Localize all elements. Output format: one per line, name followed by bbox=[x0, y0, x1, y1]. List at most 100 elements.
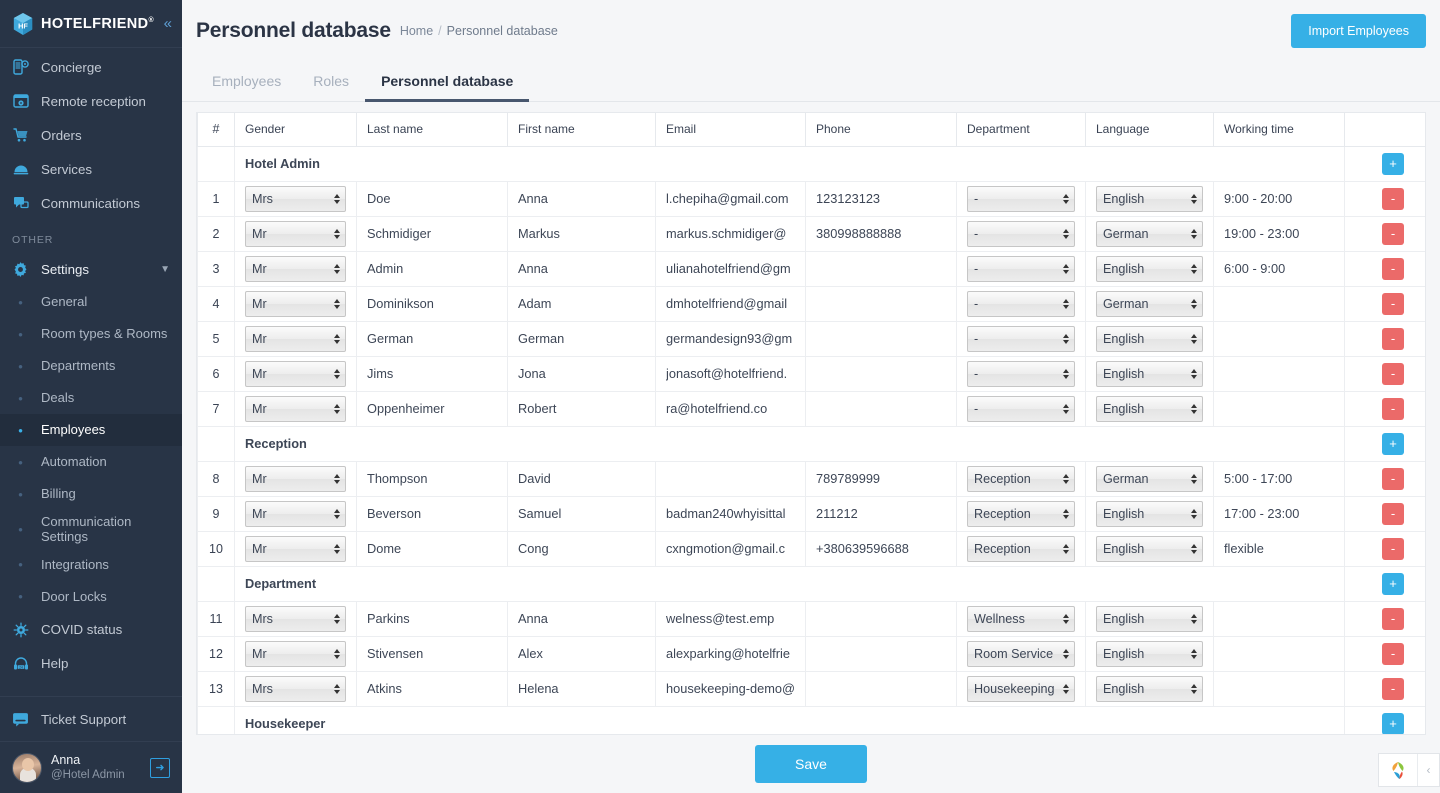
remove-row-button[interactable]: - bbox=[1382, 362, 1404, 385]
add-row-button[interactable]: + bbox=[1382, 572, 1404, 595]
working-time-input[interactable] bbox=[1224, 326, 1334, 351]
phone-cell[interactable] bbox=[805, 355, 957, 392]
breadcrumb-home[interactable]: Home bbox=[400, 24, 433, 38]
last-name-input[interactable] bbox=[367, 361, 497, 386]
working-time-input[interactable] bbox=[1224, 396, 1334, 421]
first-name-cell[interactable] bbox=[507, 600, 656, 637]
working-time-input[interactable] bbox=[1224, 641, 1334, 666]
last-name-cell[interactable] bbox=[356, 285, 508, 322]
working-time-input[interactable] bbox=[1224, 256, 1334, 281]
tab-employees[interactable]: Employees bbox=[196, 62, 297, 102]
add-row-button[interactable]: + bbox=[1382, 152, 1404, 175]
phone-cell[interactable] bbox=[805, 530, 957, 567]
gender-select[interactable]: Mrs bbox=[245, 675, 346, 702]
department-select[interactable]: - bbox=[967, 290, 1075, 317]
email-input[interactable] bbox=[666, 676, 795, 701]
email-input[interactable] bbox=[666, 256, 795, 281]
phone-input[interactable] bbox=[816, 186, 946, 211]
sidebar-item-employees[interactable]: • Employees bbox=[0, 414, 182, 446]
gender-select[interactable]: Mr bbox=[245, 290, 346, 317]
language-select[interactable]: English bbox=[1096, 255, 1203, 282]
language-select[interactable]: English bbox=[1096, 605, 1203, 632]
phone-cell[interactable] bbox=[805, 250, 957, 287]
first-name-cell[interactable] bbox=[507, 250, 656, 287]
working-time-cell[interactable] bbox=[1213, 250, 1345, 287]
department-select[interactable]: - bbox=[967, 360, 1075, 387]
email-cell[interactable] bbox=[655, 320, 806, 357]
working-time-input[interactable] bbox=[1224, 466, 1334, 491]
email-cell[interactable] bbox=[655, 390, 806, 427]
language-select[interactable]: English bbox=[1096, 360, 1203, 387]
sidebar-item-ticket-support[interactable]: Ticket Support bbox=[0, 697, 182, 741]
sidebar-item-door-locks[interactable]: • Door Locks bbox=[0, 581, 182, 613]
phone-input[interactable] bbox=[816, 641, 946, 666]
first-name-cell[interactable] bbox=[507, 530, 656, 567]
email-input[interactable] bbox=[666, 501, 795, 526]
remove-row-button[interactable]: - bbox=[1382, 502, 1404, 525]
language-select[interactable]: English bbox=[1096, 325, 1203, 352]
email-input[interactable] bbox=[666, 326, 795, 351]
first-name-input[interactable] bbox=[518, 536, 645, 561]
language-select[interactable]: English bbox=[1096, 675, 1203, 702]
last-name-input[interactable] bbox=[367, 641, 497, 666]
first-name-cell[interactable] bbox=[507, 320, 656, 357]
email-input[interactable] bbox=[666, 466, 795, 491]
remove-row-button[interactable]: - bbox=[1382, 467, 1404, 490]
first-name-cell[interactable] bbox=[507, 670, 656, 707]
gender-select[interactable]: Mrs bbox=[245, 605, 346, 632]
email-cell[interactable] bbox=[655, 180, 806, 217]
add-row-button[interactable]: + bbox=[1382, 712, 1404, 734]
remove-row-button[interactable]: - bbox=[1382, 292, 1404, 315]
last-name-input[interactable] bbox=[367, 186, 497, 211]
chat-widget[interactable]: ‹ bbox=[1378, 753, 1440, 787]
last-name-cell[interactable] bbox=[356, 530, 508, 567]
working-time-input[interactable] bbox=[1224, 501, 1334, 526]
first-name-input[interactable] bbox=[518, 466, 645, 491]
remove-row-button[interactable]: - bbox=[1382, 537, 1404, 560]
working-time-cell[interactable] bbox=[1213, 215, 1345, 252]
gender-select[interactable]: Mr bbox=[245, 640, 346, 667]
first-name-cell[interactable] bbox=[507, 635, 656, 672]
working-time-cell[interactable] bbox=[1213, 670, 1345, 707]
phone-cell[interactable] bbox=[805, 635, 957, 672]
gender-select[interactable]: Mr bbox=[245, 325, 346, 352]
last-name-cell[interactable] bbox=[356, 250, 508, 287]
working-time-cell[interactable] bbox=[1213, 530, 1345, 567]
gender-select[interactable]: Mrs bbox=[245, 185, 346, 212]
department-select[interactable]: Reception bbox=[967, 465, 1075, 492]
language-select[interactable]: English bbox=[1096, 185, 1203, 212]
gender-select[interactable]: Mr bbox=[245, 535, 346, 562]
department-select[interactable]: - bbox=[967, 255, 1075, 282]
working-time-cell[interactable] bbox=[1213, 285, 1345, 322]
first-name-input[interactable] bbox=[518, 606, 645, 631]
language-select[interactable]: German bbox=[1096, 465, 1203, 492]
remove-row-button[interactable]: - bbox=[1382, 642, 1404, 665]
first-name-input[interactable] bbox=[518, 676, 645, 701]
gender-select[interactable]: Mr bbox=[245, 465, 346, 492]
email-cell[interactable] bbox=[655, 530, 806, 567]
email-cell[interactable] bbox=[655, 355, 806, 392]
working-time-cell[interactable] bbox=[1213, 600, 1345, 637]
import-employees-button[interactable]: Import Employees bbox=[1291, 14, 1426, 48]
language-select[interactable]: English bbox=[1096, 640, 1203, 667]
department-select[interactable]: Housekeeping bbox=[967, 675, 1075, 702]
email-cell[interactable] bbox=[655, 250, 806, 287]
email-cell[interactable] bbox=[655, 635, 806, 672]
tab-roles[interactable]: Roles bbox=[297, 62, 365, 102]
first-name-input[interactable] bbox=[518, 221, 645, 246]
last-name-input[interactable] bbox=[367, 536, 497, 561]
working-time-input[interactable] bbox=[1224, 291, 1334, 316]
phone-input[interactable] bbox=[816, 396, 946, 421]
gender-select[interactable]: Mr bbox=[245, 395, 346, 422]
tab-personnel-database[interactable]: Personnel database bbox=[365, 62, 530, 102]
remove-row-button[interactable]: - bbox=[1382, 327, 1404, 350]
chevron-double-left-icon[interactable]: « bbox=[164, 16, 172, 31]
first-name-cell[interactable] bbox=[507, 355, 656, 392]
phone-cell[interactable] bbox=[805, 495, 957, 532]
email-cell[interactable] bbox=[655, 460, 806, 497]
sidebar-item-services[interactable]: Services bbox=[0, 152, 182, 186]
first-name-cell[interactable] bbox=[507, 390, 656, 427]
add-row-button[interactable]: + bbox=[1382, 432, 1404, 455]
gender-select[interactable]: Mr bbox=[245, 220, 346, 247]
last-name-cell[interactable] bbox=[356, 495, 508, 532]
